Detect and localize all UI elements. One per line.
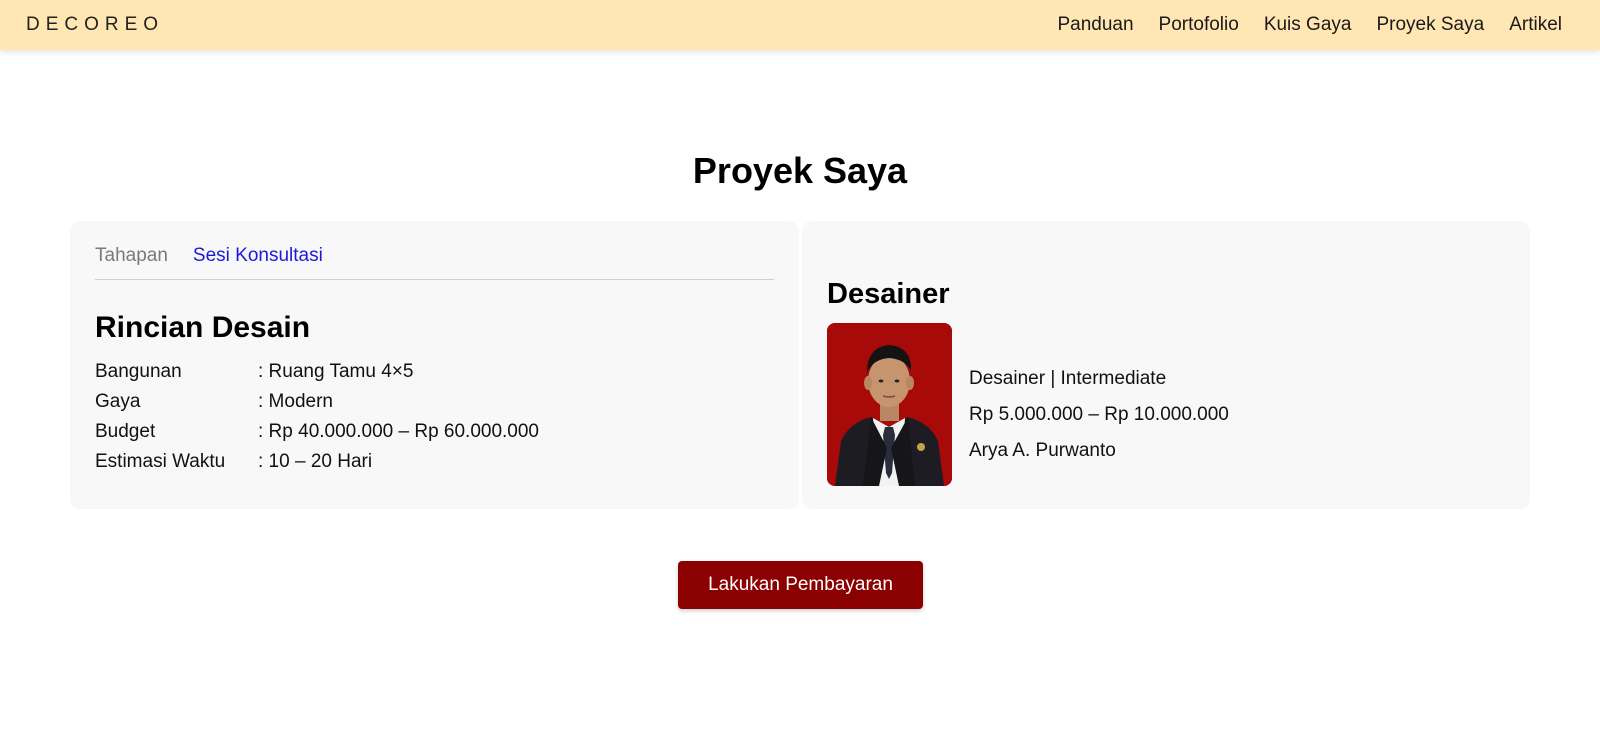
detail-value: : Rp 40.000.000 – Rp 60.000.000 — [258, 421, 540, 442]
project-details-card: Tahapan Sesi Konsultasi Rincian Desain B… — [70, 221, 799, 509]
section-title: Rincian Desain — [95, 311, 311, 344]
designer-level: Desainer | Intermediate — [969, 368, 1167, 389]
detail-value: : Ruang Tamu 4×5 — [258, 361, 414, 382]
detail-row-budget: Budget : Rp 40.000.000 – Rp 60.000.000 — [95, 417, 774, 447]
pay-button[interactable]: Lakukan Pembayaran — [678, 561, 923, 609]
nav-link-artikel[interactable]: Artikel — [1509, 14, 1562, 36]
designer-name: Arya A. Purwanto — [969, 440, 1116, 461]
nav-link-panduan[interactable]: Panduan — [1057, 14, 1133, 36]
detail-label: Estimasi Waktu — [95, 451, 226, 472]
design-details: Bangunan : Ruang Tamu 4×5 Gaya : Modern … — [95, 357, 774, 477]
designer-card: Desainer Desainer | Intermediate Rp 5.00… — [802, 221, 1530, 509]
designer-price-range: Rp 5.000.000 – Rp 10.000.000 — [969, 404, 1229, 425]
detail-row-bangunan: Bangunan : Ruang Tamu 4×5 — [95, 357, 774, 387]
tab-tahapan[interactable]: Tahapan — [95, 245, 168, 267]
nav-links: Panduan Portofolio Kuis Gaya Proyek Saya… — [1032, 14, 1562, 36]
designer-portrait-icon — [827, 323, 952, 486]
detail-row-estimasi-waktu: Estimasi Waktu : 10 – 20 Hari — [95, 447, 774, 477]
detail-value: : Modern — [258, 391, 333, 412]
nav-link-kuis-gaya[interactable]: Kuis Gaya — [1264, 14, 1352, 36]
detail-label: Budget — [95, 421, 156, 442]
tab-sesi-konsultasi[interactable]: Sesi Konsultasi — [193, 245, 323, 267]
project-tabs: Tahapan Sesi Konsultasi — [95, 245, 774, 280]
nav-link-portofolio[interactable]: Portofolio — [1159, 14, 1239, 36]
designer-photo — [827, 323, 952, 486]
navbar: DECOREO Panduan Portofolio Kuis Gaya Pro… — [0, 0, 1600, 50]
page-title: Proyek Saya — [692, 150, 908, 191]
nav-link-proyek-saya[interactable]: Proyek Saya — [1376, 14, 1484, 36]
detail-value: : 10 – 20 Hari — [258, 451, 373, 472]
detail-row-gaya: Gaya : Modern — [95, 387, 774, 417]
designer-title: Desainer — [827, 278, 950, 310]
designer-info: Desainer | Intermediate Rp 5.000.000 – R… — [969, 361, 1229, 469]
brand-logo[interactable]: DECOREO — [26, 14, 164, 36]
detail-label: Bangunan — [95, 361, 182, 382]
detail-label: Gaya — [95, 391, 141, 412]
